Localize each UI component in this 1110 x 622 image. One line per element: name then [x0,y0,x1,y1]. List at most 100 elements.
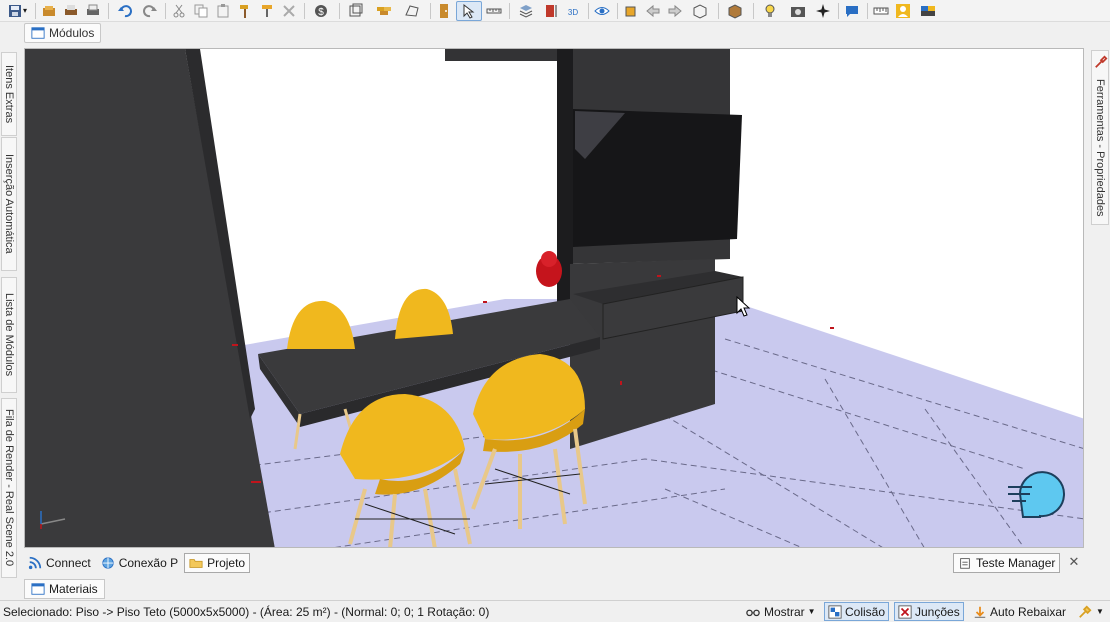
copy-icon[interactable] [191,1,211,21]
side-tab-label: Ferramentas - Propriedades [1094,79,1106,217]
materials-tab-label: Materiais [49,582,98,596]
toolbar-separator [588,2,589,19]
target-icon[interactable] [813,1,833,21]
teste-manager-label: Teste Manager [976,556,1056,570]
tab-projeto[interactable]: Projeto [184,553,251,573]
toolbar-separator [867,2,868,19]
joints-icon [898,604,912,619]
save-icon[interactable]: ▾ [4,1,30,21]
colisao-toggle[interactable]: Colisão [824,602,890,621]
arrow-left-icon[interactable] [643,1,663,21]
chevron-down-icon: ▼ [807,607,816,616]
tools-status-icon[interactable]: ▼ [1074,602,1107,621]
pointer-icon[interactable] [456,0,482,21]
door-icon[interactable] [434,1,454,21]
side-tab-label: Itens Extras [3,64,15,124]
window-icon [31,27,45,39]
arrow-right-icon[interactable] [665,1,685,21]
chair[interactable] [395,288,453,339]
main-toolbar: ▾ $ 3D [0,0,1110,22]
toolbar-separator [339,2,340,19]
camera-icon[interactable] [785,1,811,21]
side-tab-insercao-automatica[interactable]: Inserção Automática [1,137,17,271]
juncoes-label: Junções [915,604,960,619]
window-icon [31,583,45,595]
toolbar-separator [165,2,166,19]
cut-icon[interactable] [169,1,189,21]
toolbar-separator [838,2,839,19]
clipboard-icon [960,558,970,569]
bottom-tab-bar: Connect Conexão P Projeto [24,552,1084,574]
delete-icon[interactable] [279,1,299,21]
close-icon[interactable]: ✕ [1067,554,1081,569]
toolbar-separator [718,2,719,19]
collision-icon [828,604,842,619]
mostrar-label: Mostrar [764,604,805,619]
side-tab-label: Lista de Módulos [3,293,15,377]
chat-icon[interactable] [842,1,862,21]
tab-conexao-p[interactable]: Conexão P [97,553,182,573]
rotate-icon[interactable] [621,1,641,21]
ruler-icon[interactable] [871,1,891,21]
colisao-label: Colisão [845,604,886,619]
currency-icon[interactable]: $ [308,1,334,21]
toolbar-separator [617,2,618,19]
lower-arrow-icon [974,606,986,618]
print-icon[interactable] [83,1,103,21]
globe-icon [102,557,114,569]
box-view-icon[interactable] [687,1,713,21]
mostrar-dropdown[interactable]: Mostrar ▼ [742,602,819,621]
lamp-icon[interactable] [757,1,783,21]
glasses-icon [746,609,760,616]
paste-icon[interactable] [213,1,233,21]
teste-manager-tab[interactable]: Teste Manager [953,553,1061,573]
module-frame-icon[interactable] [343,1,369,21]
side-tab-label: Fila de Render - Real Scene 2.0 [3,409,15,567]
open-icon[interactable] [39,1,59,21]
toolbar-separator [509,2,510,19]
3d-scene[interactable] [25,49,1084,548]
side-tab-fila-render[interactable]: Fila de Render - Real Scene 2.0 [1,398,17,578]
wrench-icon [1079,605,1092,618]
3d-viewport[interactable] [24,48,1084,548]
measure-icon[interactable] [484,1,504,21]
svg-text:3D: 3D [568,8,578,17]
user-icon[interactable] [893,1,913,21]
undo-icon[interactable] [112,1,138,21]
tab-label: Connect [46,556,91,570]
toolbar-separator [430,2,431,19]
side-tab-label: Inserção Automática [3,154,15,254]
layers-icon[interactable] [513,1,539,21]
juncoes-toggle[interactable]: Junções [894,602,964,621]
toolbar-separator [753,2,754,19]
tab-connect[interactable]: Connect [24,553,95,573]
red-decor-head [541,251,557,267]
modules-tab[interactable]: Módulos [24,23,102,43]
rss-icon [28,556,42,570]
svg-text:$: $ [318,7,324,18]
eye-icon[interactable] [592,1,612,21]
shape-icon[interactable] [399,1,425,21]
status-bar: Selecionado: Piso -> Piso Teto (5000x5x5… [0,600,1110,622]
tab-label: Conexão P [118,556,179,570]
redo-icon[interactable] [140,1,160,21]
auto-rebaixar-toggle[interactable]: Auto Rebaixar [970,602,1069,621]
auto-rebaixar-label: Auto Rebaixar [990,604,1067,619]
toolbar-separator [108,2,109,19]
3d-view-icon[interactable]: 3D [563,1,583,21]
modules-tab-label: Módulos [49,26,95,40]
side-tab-lista-modulos[interactable]: Lista de Módulos [1,277,17,393]
dimension-icon[interactable] [541,1,561,21]
toolbar-separator [304,2,305,19]
side-tab-itens-extras[interactable]: Itens Extras [1,52,17,136]
brick-wall-icon[interactable] [371,1,397,21]
cube-icon[interactable] [722,1,748,21]
paint-roller-icon[interactable] [257,1,277,21]
side-tab-ferramentas-propriedades[interactable]: Ferramentas - Propriedades [1091,50,1109,225]
materials-tab[interactable]: Materiais [24,579,105,599]
toolbar-separator [35,2,36,19]
hammer-icon[interactable] [235,1,255,21]
print-preview-icon[interactable] [61,1,81,21]
selection-status: Selecionado: Piso -> Piso Teto (5000x5x5… [3,605,490,619]
palette-icon[interactable] [915,1,941,21]
